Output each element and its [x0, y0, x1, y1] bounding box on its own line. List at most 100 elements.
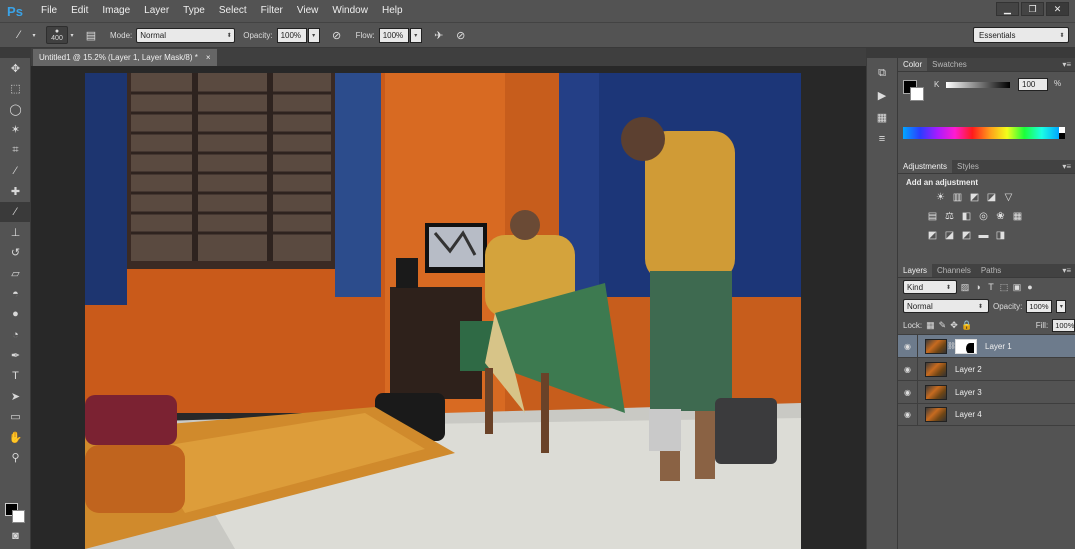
color-lookup-icon[interactable]: ▦: [1011, 210, 1024, 223]
brush-size-picker[interactable]: ● 400: [46, 26, 68, 44]
filter-toggle-icon[interactable]: ●: [1025, 281, 1035, 293]
tab-adjustments[interactable]: Adjustments: [898, 160, 953, 173]
brush-tool-icon[interactable]: ⁄: [8, 25, 30, 45]
exposure-icon[interactable]: ◪: [985, 191, 998, 204]
document-close-icon[interactable]: ×: [206, 53, 211, 62]
eye-icon[interactable]: ◉: [898, 334, 918, 358]
menu-type[interactable]: Type: [176, 0, 212, 22]
panel-menu-icon[interactable]: ▾≡: [1062, 60, 1071, 69]
mask-link-icon[interactable]: ⛓: [947, 342, 956, 350]
layer-opacity-dropdown-icon[interactable]: ▾: [1056, 299, 1067, 313]
invert-icon[interactable]: ◩: [926, 229, 939, 242]
path-selection-tool-icon[interactable]: ➤: [0, 386, 31, 407]
quick-mask-icon[interactable]: ◙: [0, 526, 31, 547]
panels-grip[interactable]: [898, 48, 1075, 58]
layer-row[interactable]: ◉ Layer 3: [898, 380, 1075, 404]
tab-paths[interactable]: Paths: [976, 264, 1006, 277]
layer-mask-thumbnail[interactable]: [955, 338, 977, 354]
curves-icon[interactable]: ◩: [968, 191, 981, 204]
menu-window[interactable]: Window: [325, 0, 375, 22]
hue-saturation-icon[interactable]: ▤: [926, 210, 939, 223]
menu-view[interactable]: View: [290, 0, 326, 22]
airbrush-icon[interactable]: ✈: [428, 25, 450, 45]
brush-panel-icon[interactable]: ▤: [80, 25, 102, 45]
tab-channels[interactable]: Channels: [932, 264, 976, 277]
eye-icon[interactable]: ◉: [898, 380, 918, 404]
lock-image-icon[interactable]: ✎: [939, 320, 947, 330]
flow-input[interactable]: 100%: [378, 27, 409, 43]
close-icon[interactable]: ✕: [1046, 2, 1069, 16]
lock-transparent-icon[interactable]: ▦: [926, 320, 935, 330]
eyedropper-tool-icon[interactable]: ⁄: [0, 161, 31, 182]
channel-mixer-icon[interactable]: ❀: [994, 210, 1007, 223]
gradient-map-icon[interactable]: ▬: [977, 229, 990, 242]
pen-tool-icon[interactable]: ✒: [0, 345, 31, 366]
properties-panel-icon[interactable]: ▦: [867, 106, 897, 128]
layer-row[interactable]: ◉ Layer 4: [898, 403, 1075, 426]
kind-filter-select[interactable]: Kind ⬍: [903, 280, 957, 294]
brightness-icon[interactable]: ☀: [934, 191, 947, 204]
opacity-dropdown-icon[interactable]: ▾: [307, 27, 320, 43]
menu-edit[interactable]: Edit: [64, 0, 95, 22]
pressure-size-icon[interactable]: ⊘: [450, 25, 472, 45]
mode-select[interactable]: Normal ⬍: [136, 27, 236, 43]
hand-tool-icon[interactable]: ✋: [0, 427, 31, 448]
marquee-tool-icon[interactable]: ⬚: [0, 79, 31, 100]
document-canvas[interactable]: [85, 73, 801, 549]
layer-thumbnail[interactable]: [925, 338, 947, 354]
actions-panel-icon[interactable]: ▶: [867, 84, 897, 106]
photo-filter-icon[interactable]: ◎: [977, 210, 990, 223]
crop-tool-icon[interactable]: ⌗: [0, 140, 31, 161]
menu-layer[interactable]: Layer: [137, 0, 176, 22]
vibrance-icon[interactable]: ▽: [1002, 191, 1015, 204]
eye-icon[interactable]: ◉: [898, 357, 918, 381]
background-color-swatch[interactable]: [12, 510, 25, 523]
zoom-tool-icon[interactable]: ⚲: [0, 448, 31, 469]
blend-mode-select[interactable]: Normal ⬍: [903, 299, 989, 313]
layer-row[interactable]: ◉ Layer 2: [898, 357, 1075, 381]
selective-color-icon[interactable]: ◨: [994, 229, 1007, 242]
adjustment-filter-icon[interactable]: ◑: [973, 281, 983, 293]
adjustments-panel-icon[interactable]: ≡: [867, 128, 897, 150]
levels-icon[interactable]: ▥: [951, 191, 964, 204]
healing-brush-tool-icon[interactable]: ✚: [0, 181, 31, 202]
layer-thumbnail[interactable]: [925, 407, 947, 422]
eraser-tool-icon[interactable]: ▱: [0, 263, 31, 284]
paint-bucket-tool-icon[interactable]: ◓: [0, 284, 31, 305]
black-white-swatch[interactable]: [1059, 127, 1065, 139]
tool-preset-chevron-icon[interactable]: ▾: [30, 25, 38, 45]
dodge-tool-icon[interactable]: ◔: [0, 325, 31, 346]
menu-file[interactable]: File: [34, 0, 64, 22]
tab-color[interactable]: Color: [898, 58, 928, 71]
layer-thumbnail[interactable]: [925, 361, 947, 377]
pressure-opacity-icon[interactable]: ⊘: [326, 25, 348, 45]
menu-image[interactable]: Image: [95, 0, 137, 22]
opacity-input[interactable]: 100%: [276, 27, 307, 43]
rectangle-tool-icon[interactable]: ▭: [0, 407, 31, 428]
black-white-icon[interactable]: ◧: [960, 210, 973, 223]
posterize-icon[interactable]: ◪: [943, 229, 956, 242]
minimize-icon[interactable]: ▁: [996, 2, 1019, 16]
shape-filter-icon[interactable]: ⬚: [999, 281, 1009, 293]
pixel-filter-icon[interactable]: ▨: [960, 281, 970, 293]
tab-swatches[interactable]: Swatches: [927, 58, 972, 71]
fill-input[interactable]: 100%: [1052, 318, 1075, 332]
type-tool-icon[interactable]: T: [0, 366, 31, 387]
k-slider[interactable]: [946, 82, 1010, 88]
color-background-swatch[interactable]: [910, 87, 924, 101]
smart-object-filter-icon[interactable]: ▣: [1012, 281, 1022, 293]
panel-menu-icon[interactable]: ▾≡: [1062, 162, 1071, 171]
dock-grip[interactable]: [867, 48, 897, 58]
brush-tool-icon[interactable]: ⁄: [0, 201, 31, 222]
blur-tool-icon[interactable]: ●: [0, 304, 31, 325]
panel-menu-icon[interactable]: ▾≡: [1062, 266, 1071, 275]
document-tab[interactable]: Untitled1 @ 15.2% (Layer 1, Layer Mask/8…: [33, 49, 217, 66]
color-spectrum[interactable]: [903, 127, 1059, 139]
tools-panel-grip[interactable]: [0, 48, 30, 58]
threshold-icon[interactable]: ◩: [960, 229, 973, 242]
workspace-select[interactable]: Essentials ⬍: [973, 27, 1069, 43]
tab-styles[interactable]: Styles: [952, 160, 984, 173]
menu-select[interactable]: Select: [212, 0, 254, 22]
history-panel-icon[interactable]: ⧉: [867, 62, 897, 84]
color-balance-icon[interactable]: ⚖: [943, 210, 956, 223]
